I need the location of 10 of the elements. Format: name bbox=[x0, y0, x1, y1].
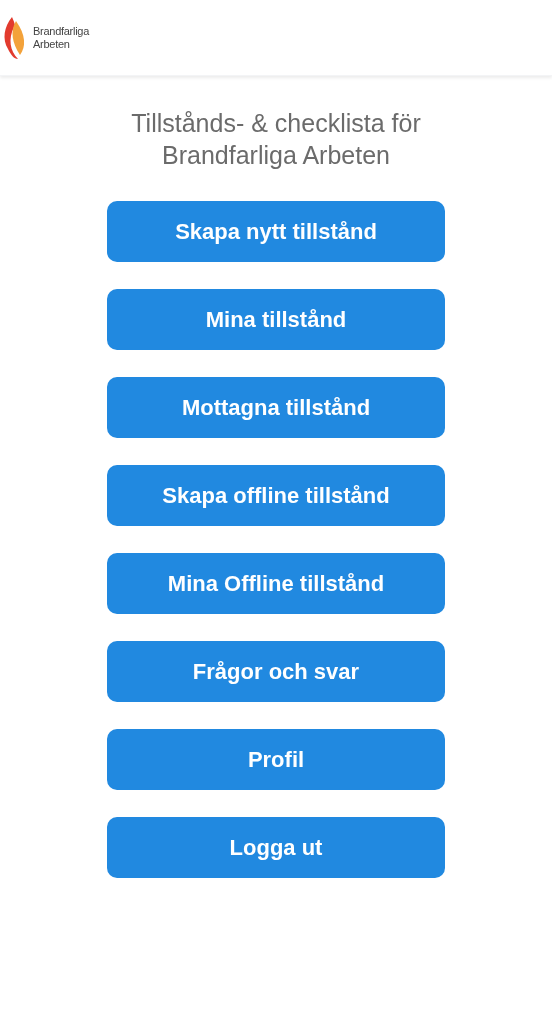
menu-button[interactable]: Mina tillstånd bbox=[107, 289, 445, 350]
menu-button[interactable]: Frågor och svar bbox=[107, 641, 445, 702]
menu-button[interactable]: Mottagna tillstånd bbox=[107, 377, 445, 438]
page-title: Tillstånds- & checklista för Brandfarliga Arbeten bbox=[130, 108, 422, 171]
menu-button[interactable]: Mina Offline tillstånd bbox=[107, 553, 445, 614]
menu-button[interactable]: Profil bbox=[107, 729, 445, 790]
logo-text: Brandfarliga Arbeten bbox=[33, 24, 89, 51]
menu-button[interactable]: Skapa nytt tillstånd bbox=[107, 201, 445, 262]
menu-button[interactable]: Skapa offline tillstånd bbox=[107, 465, 445, 526]
menu-button[interactable]: Logga ut bbox=[107, 817, 445, 878]
